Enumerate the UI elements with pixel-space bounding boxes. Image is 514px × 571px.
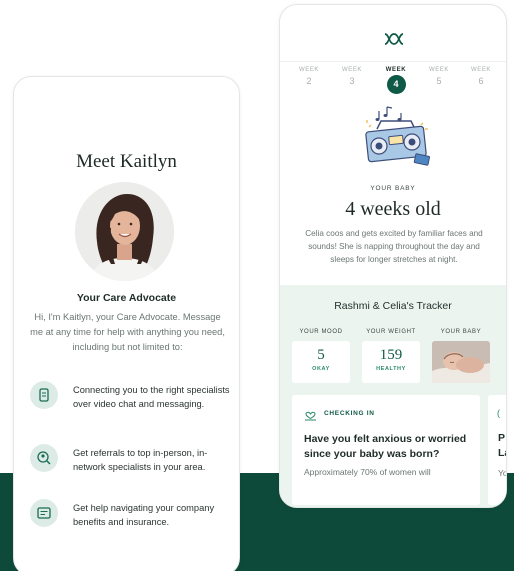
weight-card[interactable]: 159 HEALTHY — [362, 341, 420, 383]
checkin-card[interactable]: CHECKING IN Have you felt anxious or wor… — [292, 395, 480, 505]
care-advocate-screen: Meet Kaitlyn Your Care Advocate Hi, I'm … — [13, 76, 240, 571]
week-tab-2[interactable]: WEEK 2 — [289, 67, 329, 86]
week-tab-5[interactable]: WEEK 5 — [419, 67, 459, 86]
baby-age-title: 4 weeks old — [345, 198, 441, 220]
week-tab-3[interactable]: WEEK 3 — [332, 67, 372, 86]
next-card-icon: ( — [497, 408, 500, 418]
feature-item-benefits: Get help navigating your company benefit… — [30, 499, 230, 547]
tracker-title: Rashmi & Celia's Tracker — [334, 300, 452, 312]
feature-text: Get referrals to top in-person, in-netwo… — [73, 448, 208, 472]
app-logo-icon — [383, 32, 405, 46]
checkin-subtext: Approximately 70% of women will — [304, 467, 431, 477]
feature-text: Get help navigating your company benefit… — [73, 503, 215, 527]
next-card-peek[interactable]: ( P La Yo — [488, 395, 506, 505]
weight-status: HEALTHY — [376, 366, 406, 372]
baby-section-label: YOUR BABY — [370, 185, 416, 192]
advocate-avatar — [75, 182, 174, 281]
benefits-document-icon — [30, 499, 58, 527]
baby-photo-label: YOUR BABY — [440, 329, 482, 335]
video-chat-icon — [30, 381, 58, 409]
mood-card[interactable]: 5 OKAY — [292, 341, 350, 383]
tracker-section: Rashmi & Celia's Tracker YOUR MOOD YOUR … — [280, 285, 506, 507]
header-divider — [280, 61, 506, 62]
baby-photo[interactable] — [432, 341, 490, 383]
checkin-question: Have you felt anxious or worried since y… — [304, 433, 467, 460]
boombox-illustration — [359, 105, 431, 171]
week-tab-6[interactable]: WEEK 6 — [461, 67, 501, 86]
advocate-intro: Hi, I'm Kaitlyn, your Care Advocate. Mes… — [30, 312, 225, 352]
weight-value: 159 — [379, 347, 403, 363]
mood-value: 5 — [317, 347, 325, 363]
feature-item-referrals: Get referrals to top in-person, in-netwo… — [30, 444, 230, 492]
week-tab-4-selected[interactable]: WEEK 4 — [376, 67, 416, 94]
page-title: Meet Kaitlyn — [76, 151, 177, 172]
weight-label: YOUR WEIGHT — [366, 329, 416, 335]
baby-tracker-screen: WEEK 2 WEEK 3 WEEK 4 WEEK 5 WEEK 6 YOUR … — [279, 4, 507, 508]
baby-description: Celia coos and gets excited by familiar … — [305, 229, 483, 264]
mood-label: YOUR MOOD — [299, 329, 343, 335]
advocate-role: Your Care Advocate — [76, 292, 177, 304]
feature-item-video-chat: Connecting you to the right specialists … — [30, 381, 230, 429]
heart-hand-icon — [304, 408, 317, 421]
feature-text: Connecting you to the right specialists … — [73, 385, 230, 409]
mood-status: OKAY — [312, 366, 330, 372]
specialist-search-icon — [30, 444, 58, 472]
